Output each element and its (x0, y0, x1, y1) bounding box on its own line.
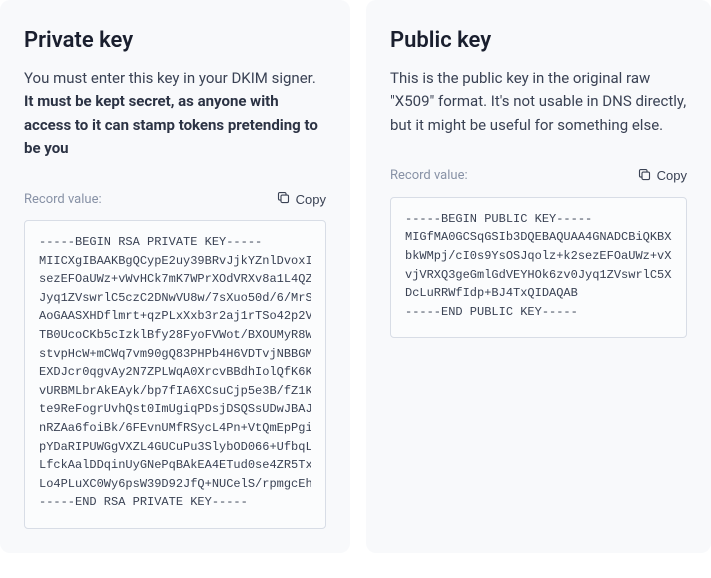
private-key-content[interactable]: -----BEGIN RSA PRIVATE KEY----- MIICXgIB… (39, 233, 311, 522)
private-copy-label: Copy (296, 192, 326, 207)
private-record-label: Record value: (24, 192, 102, 207)
public-copy-label: Copy (657, 168, 687, 183)
private-key-card: Private key You must enter this key in y… (0, 0, 350, 553)
public-copy-button[interactable]: Copy (637, 165, 687, 187)
private-key-desc-bold: It must be kept secret, as anyone with a… (24, 92, 318, 157)
private-key-codebox: -----BEGIN RSA PRIVATE KEY----- MIICXgIB… (24, 220, 326, 529)
public-key-card: Public key This is the public key in the… (366, 0, 711, 553)
private-key-description: You must enter this key in your DKIM sig… (24, 67, 326, 160)
public-record-row: Record value: Copy (390, 165, 687, 187)
public-key-content[interactable]: -----BEGIN PUBLIC KEY----- MIGfMA0GCSqGS… (405, 210, 672, 332)
private-key-title: Private key (24, 28, 326, 53)
private-key-desc-plain: You must enter this key in your DKIM sig… (24, 69, 316, 87)
private-copy-button[interactable]: Copy (276, 188, 326, 210)
public-key-codebox: -----BEGIN PUBLIC KEY----- MIGfMA0GCSqGS… (390, 197, 687, 339)
private-record-row: Record value: Copy (24, 188, 326, 210)
public-key-title: Public key (390, 28, 687, 53)
copy-icon (637, 167, 652, 185)
public-key-description: This is the public key in the original r… (390, 67, 687, 137)
copy-icon (276, 190, 291, 208)
public-record-label: Record value: (390, 168, 468, 183)
